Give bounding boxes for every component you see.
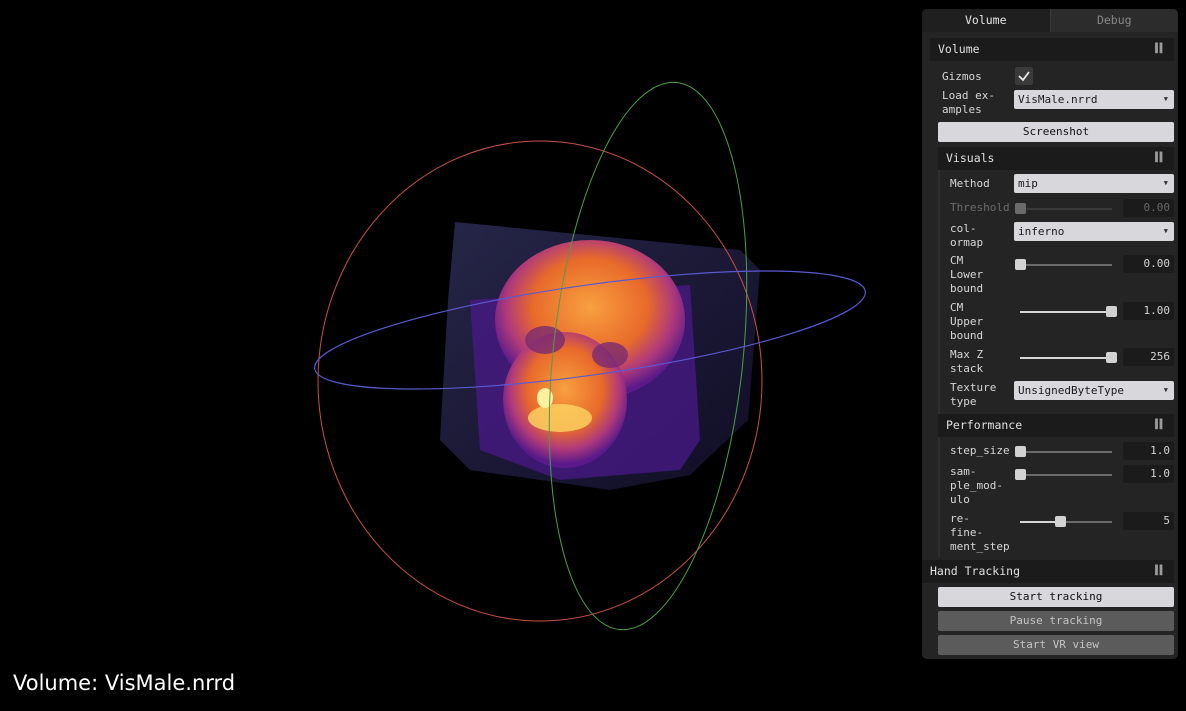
cm-upper-row: CM Upper bound 1.00 bbox=[922, 301, 1178, 345]
visuals-folder-title[interactable]: Visuals ▌▌ bbox=[938, 147, 1174, 170]
texture-type-row: Texture type UnsignedByteType ▼ bbox=[922, 380, 1178, 410]
start-vr-button[interactable]: Start VR view bbox=[938, 635, 1174, 655]
volume-caption: Volume: VisMale.nrrd bbox=[13, 671, 236, 695]
chevron-down-icon: ▼ bbox=[1163, 386, 1168, 394]
chevron-down-icon: ▼ bbox=[1163, 95, 1168, 103]
start-tracking-button[interactable]: Start tracking bbox=[938, 587, 1174, 607]
gizmos-row: Gizmos bbox=[922, 67, 1178, 89]
cm-upper-slider[interactable] bbox=[1106, 306, 1117, 317]
gizmos-label: Gizmos bbox=[942, 70, 982, 83]
volume-folder-title[interactable]: Volume ▌▌ bbox=[930, 38, 1174, 61]
texture-type-value: UnsignedByteType bbox=[1018, 384, 1124, 397]
tab-volume[interactable]: Volume bbox=[922, 9, 1051, 32]
drag-handle-icon[interactable]: ▌▌ bbox=[1155, 560, 1165, 583]
volume-folder-label: Volume bbox=[938, 42, 980, 56]
performance-folder: Performance ▌▌ bbox=[922, 414, 1178, 437]
performance-folder-label: Performance bbox=[946, 418, 1023, 432]
step-size-slider-track bbox=[1020, 451, 1112, 453]
refinement-step-slider-track bbox=[1060, 521, 1112, 523]
max-z-slider[interactable] bbox=[1106, 352, 1117, 363]
cm-lower-slider-track bbox=[1020, 264, 1112, 266]
chevron-down-icon: ▼ bbox=[1163, 227, 1168, 235]
method-select[interactable]: mip ▼ bbox=[1014, 174, 1174, 193]
skull-teeth-highlight bbox=[537, 388, 553, 408]
gizmos-checkbox[interactable] bbox=[1015, 67, 1033, 85]
method-label: Method bbox=[950, 177, 990, 190]
step-size-slider[interactable] bbox=[1015, 446, 1026, 457]
threshold-slider[interactable] bbox=[1015, 203, 1026, 214]
threshold-row: Threshold 0.00 bbox=[922, 199, 1178, 219]
performance-folder-title[interactable]: Performance ▌▌ bbox=[938, 414, 1174, 437]
load-examples-select[interactable]: VisMale.nrrd ▼ bbox=[1014, 90, 1174, 109]
hand-tracking-folder: Hand Tracking ▌▌ bbox=[922, 560, 1178, 583]
cm-upper-slider-track bbox=[1020, 311, 1112, 313]
texture-type-select[interactable]: UnsignedByteType ▼ bbox=[1014, 381, 1174, 400]
cm-lower-slider[interactable] bbox=[1015, 259, 1026, 270]
colormap-select[interactable]: inferno ▼ bbox=[1014, 222, 1174, 241]
max-z-value[interactable]: 256 bbox=[1123, 348, 1174, 366]
step-size-label: step_size bbox=[950, 444, 1010, 457]
max-z-label: Max Z stack bbox=[950, 348, 984, 375]
method-row: Method mip ▼ bbox=[922, 174, 1178, 196]
load-examples-row: Load ex- amples VisMale.nrrd ▼ bbox=[922, 89, 1178, 119]
refinement-step-slider-fill bbox=[1020, 521, 1060, 523]
panel-tabs: Volume Debug bbox=[922, 9, 1178, 32]
cm-lower-row: CM Lower bound 0.00 bbox=[922, 254, 1178, 298]
skull-eye-left bbox=[525, 326, 565, 354]
threshold-slider-track bbox=[1020, 208, 1112, 210]
refinement-step-row: re- fine- ment_step 5 bbox=[922, 512, 1178, 556]
sample-modulo-slider[interactable] bbox=[1015, 469, 1026, 480]
sample-modulo-slider-track bbox=[1020, 474, 1112, 476]
load-examples-label: Load ex- amples bbox=[942, 89, 995, 116]
chevron-down-icon: ▼ bbox=[1163, 179, 1168, 187]
step-size-row: step_size 1.0 bbox=[922, 442, 1178, 462]
load-examples-value: VisMale.nrrd bbox=[1018, 93, 1098, 106]
screenshot-button[interactable]: Screenshot bbox=[938, 122, 1174, 142]
drag-handle-icon[interactable]: ▌▌ bbox=[1155, 147, 1165, 170]
drag-handle-icon[interactable]: ▌▌ bbox=[1155, 414, 1165, 437]
max-z-row: Max Z stack 256 bbox=[922, 348, 1178, 378]
colormap-label: col- ormap bbox=[950, 222, 984, 249]
refinement-step-value[interactable]: 5 bbox=[1123, 512, 1174, 530]
hand-tracking-folder-title[interactable]: Hand Tracking ▌▌ bbox=[922, 560, 1174, 583]
colormap-value: inferno bbox=[1018, 225, 1065, 238]
controls-panel: Volume Debug Volume ▌▌ Gizmos Load ex- a… bbox=[922, 9, 1178, 659]
method-value: mip bbox=[1018, 177, 1038, 190]
skull-eye-right bbox=[592, 342, 628, 368]
threshold-value[interactable]: 0.00 bbox=[1123, 199, 1174, 217]
sample-modulo-label: sam- ple_mod- ulo bbox=[950, 465, 1003, 506]
skull-teeth bbox=[528, 404, 592, 432]
tab-debug[interactable]: Debug bbox=[1050, 9, 1178, 32]
colormap-row: col- ormap inferno ▼ bbox=[922, 221, 1178, 251]
texture-type-label: Texture type bbox=[950, 381, 997, 408]
sample-modulo-value[interactable]: 1.0 bbox=[1123, 465, 1174, 483]
visuals-folder-label: Visuals bbox=[946, 151, 995, 165]
sample-modulo-row: sam- ple_mod- ulo 1.0 bbox=[922, 465, 1178, 509]
cm-upper-label: CM Upper bound bbox=[950, 301, 984, 342]
volume-folder: Volume ▌▌ bbox=[922, 38, 1178, 61]
hand-tracking-folder-label: Hand Tracking bbox=[930, 564, 1021, 578]
cm-lower-value[interactable]: 0.00 bbox=[1123, 255, 1174, 273]
visuals-folder: Visuals ▌▌ bbox=[922, 147, 1178, 170]
pause-tracking-button[interactable]: Pause tracking bbox=[938, 611, 1174, 631]
cm-lower-label: CM Lower bound bbox=[950, 254, 984, 295]
step-size-value[interactable]: 1.0 bbox=[1123, 442, 1174, 460]
check-icon bbox=[1018, 71, 1030, 82]
cm-upper-value[interactable]: 1.00 bbox=[1123, 302, 1174, 320]
threshold-label: Threshold bbox=[950, 201, 1010, 214]
drag-handle-icon[interactable]: ▌▌ bbox=[1155, 38, 1165, 61]
refinement-step-slider[interactable] bbox=[1055, 516, 1066, 527]
max-z-slider-track bbox=[1020, 357, 1112, 359]
refinement-step-label: re- fine- ment_step bbox=[950, 512, 1010, 553]
